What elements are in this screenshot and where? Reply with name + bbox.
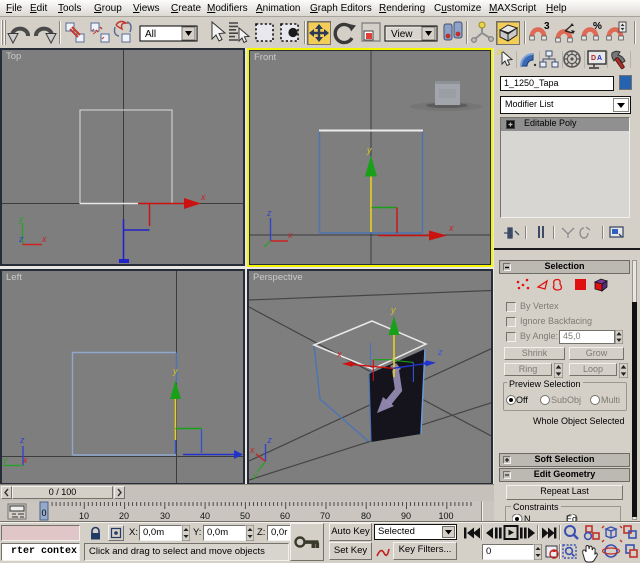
- svg-text:x: x: [41, 234, 47, 244]
- svg-text:60: 60: [280, 511, 290, 521]
- svg-text:z: z: [266, 435, 272, 445]
- svg-text:50: 50: [240, 511, 250, 521]
- svg-text:70: 70: [320, 511, 330, 521]
- svg-text:D: D: [591, 55, 596, 62]
- svg-text:x: x: [200, 192, 206, 202]
- svg-text:z: z: [266, 208, 272, 218]
- svg-text:x: x: [287, 230, 293, 240]
- svg-text:40: 40: [200, 511, 210, 521]
- svg-text:30: 30: [160, 511, 170, 521]
- svg-text:View: View: [391, 29, 413, 40]
- svg-text:z: z: [19, 435, 25, 445]
- svg-text:A: A: [597, 55, 602, 62]
- svg-text:100: 100: [438, 511, 453, 521]
- svg-text:x: x: [22, 455, 28, 465]
- svg-text:0: 0: [41, 508, 46, 518]
- svg-text:20: 20: [119, 511, 129, 521]
- svg-text:z: z: [437, 347, 443, 357]
- svg-text:%: %: [593, 21, 602, 32]
- svg-text:y: y: [252, 470, 258, 480]
- svg-text:y: y: [18, 214, 24, 224]
- svg-text:3: 3: [544, 21, 550, 32]
- svg-text:All: All: [145, 29, 156, 40]
- svg-text:z: z: [18, 234, 24, 244]
- svg-text:y: y: [172, 366, 178, 376]
- svg-text:x: x: [448, 223, 454, 233]
- svg-text:y: y: [366, 145, 372, 155]
- svg-text:x: x: [336, 349, 342, 359]
- svg-text:10: 10: [79, 511, 89, 521]
- svg-text:x: x: [249, 445, 255, 455]
- svg-text:y: y: [2, 455, 8, 465]
- svg-text:y: y: [390, 305, 396, 315]
- svg-text:80: 80: [361, 511, 371, 521]
- svg-text:90: 90: [401, 511, 411, 521]
